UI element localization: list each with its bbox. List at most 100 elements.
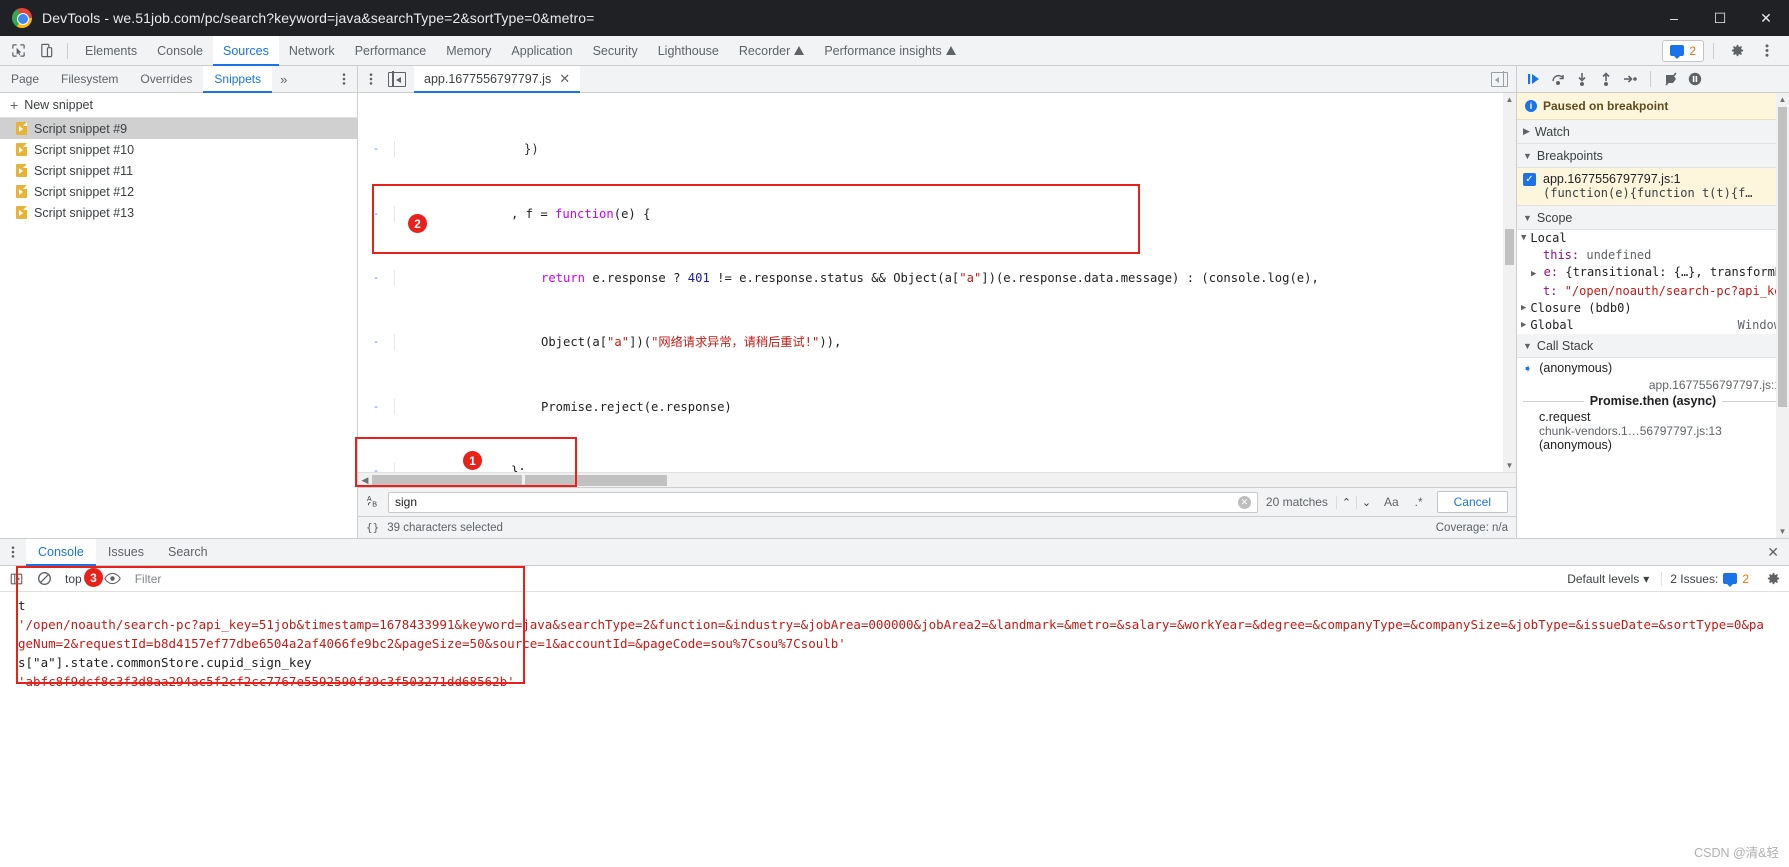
drawer-tab-issues[interactable]: Issues: [96, 539, 156, 566]
scope-closure-header[interactable]: ▶ Closure (bdb0): [1517, 300, 1789, 317]
code-line[interactable]: - Object(a["a"])("网络请求异常，请稍后重试!")),: [358, 334, 1503, 350]
scrollbar-thumb[interactable]: [1778, 107, 1787, 407]
scrollbar-thumb[interactable]: [1505, 229, 1514, 265]
console-message[interactable]: 'abfc8f9dcf8c3f3d8aa294ac5f2cf2cc7767e55…: [0, 672, 1789, 691]
call-stack-frame[interactable]: c.request: [1517, 410, 1789, 424]
editor-tab-app-js[interactable]: app.1677556797797.js ✕: [414, 66, 580, 93]
step-over-icon[interactable]: [1547, 68, 1569, 90]
search-next-button[interactable]: ⌄: [1356, 496, 1376, 509]
breakpoint-checkbox[interactable]: ✓: [1523, 173, 1536, 186]
tab-performance[interactable]: Performance: [345, 36, 437, 66]
pause-on-exceptions-icon[interactable]: [1684, 68, 1706, 90]
console-issues-button[interactable]: 2 Issues: 2: [1661, 572, 1757, 586]
console-message[interactable]: s["a"].state.commonStore.cupid_sign_key: [0, 653, 1789, 672]
code-line[interactable]: - , f = function(e) {: [358, 206, 1503, 222]
nav-tab-page[interactable]: Page: [0, 66, 50, 93]
console-filter-input[interactable]: Filter: [129, 572, 1555, 586]
scroll-down-arrow-icon[interactable]: ▼: [1779, 525, 1787, 538]
drawer-kebab-menu-icon[interactable]: [0, 545, 26, 559]
code-scroll-area[interactable]: - }) - , f = function(e) { - return e.re…: [358, 93, 1503, 472]
scrollbar-thumb-secondary[interactable]: [525, 475, 667, 486]
debugger-vertical-scrollbar[interactable]: ▲ ▼: [1776, 93, 1789, 538]
breakpoint-item[interactable]: ✓ app.1677556797797.js:1 (function(e){fu…: [1517, 168, 1789, 206]
snippet-item[interactable]: Script snippet #11: [0, 160, 357, 181]
console-message[interactable]: '/open/noauth/search-pc?api_key=51job&ti…: [0, 615, 1789, 653]
editor-horizontal-scrollbar[interactable]: ◀: [358, 472, 1516, 487]
code-editor[interactable]: - }) - , f = function(e) { - return e.re…: [358, 93, 1516, 472]
drawer-tab-search[interactable]: Search: [156, 539, 220, 566]
code-line[interactable]: - }): [358, 141, 1503, 157]
maximize-button[interactable]: ☐: [1697, 0, 1743, 36]
editor-vertical-scrollbar[interactable]: ▲ ▼: [1503, 93, 1516, 472]
tab-performance-insights[interactable]: Performance insights: [814, 36, 965, 66]
close-tab-icon[interactable]: ✕: [559, 71, 570, 87]
tab-console[interactable]: Console: [147, 36, 213, 66]
tab-network[interactable]: Network: [279, 36, 345, 66]
code-line[interactable]: - };: [358, 463, 1503, 472]
resume-script-icon[interactable]: [1523, 68, 1545, 90]
minimize-button[interactable]: –: [1651, 0, 1697, 36]
issues-counter-button[interactable]: 2: [1662, 40, 1704, 62]
drawer-tab-console[interactable]: Console: [26, 539, 96, 566]
more-tabs-chevron-icon[interactable]: »: [272, 72, 295, 87]
clear-search-icon[interactable]: ✕: [1238, 496, 1251, 509]
step-into-icon[interactable]: [1571, 68, 1593, 90]
step-out-icon[interactable]: [1595, 68, 1617, 90]
console-message[interactable]: t: [0, 596, 1789, 615]
scroll-left-arrow-icon[interactable]: ◀: [358, 475, 372, 486]
scope-global-header[interactable]: ▶ Global Window: [1517, 317, 1789, 334]
call-stack-section-header[interactable]: ▼ Call Stack: [1517, 334, 1789, 358]
tab-sources[interactable]: Sources: [213, 36, 279, 66]
scope-variable-this[interactable]: this: undefined: [1517, 247, 1789, 264]
scope-variable-e[interactable]: ▶ e: {transitional: {…}, transformR: [1517, 264, 1789, 283]
code-line[interactable]: - Promise.reject(e.response): [358, 399, 1503, 415]
tab-memory[interactable]: Memory: [436, 36, 501, 66]
clear-console-icon[interactable]: [32, 568, 56, 590]
snippet-item[interactable]: Script snippet #9: [0, 118, 357, 139]
kebab-menu-icon[interactable]: [1754, 39, 1780, 63]
device-toolbar-icon[interactable]: [33, 39, 59, 63]
nav-tab-snippets[interactable]: Snippets: [203, 66, 272, 93]
snippet-item[interactable]: Script snippet #10: [0, 139, 357, 160]
show-navigator-icon[interactable]: [1491, 72, 1508, 87]
tab-security[interactable]: Security: [583, 36, 648, 66]
cancel-search-button[interactable]: Cancel: [1437, 491, 1508, 513]
nav-tab-overrides[interactable]: Overrides: [129, 66, 203, 93]
console-sidebar-icon[interactable]: [4, 568, 28, 590]
match-case-toggle[interactable]: Aa: [1376, 495, 1407, 509]
deactivate-breakpoints-icon[interactable]: [1660, 68, 1682, 90]
call-stack-frame[interactable]: (anonymous): [1517, 438, 1789, 452]
regex-toggle[interactable]: .*: [1407, 495, 1431, 509]
tab-lighthouse[interactable]: Lighthouse: [648, 36, 729, 66]
chevron-right-icon[interactable]: ▶: [1531, 269, 1536, 279]
scroll-down-arrow-icon[interactable]: ▼: [1506, 459, 1514, 472]
call-stack-frame[interactable]: ➧ (anonymous): [1517, 358, 1789, 378]
console-settings-gear-icon[interactable]: [1761, 568, 1785, 590]
hide-navigator-icon[interactable]: [388, 72, 406, 87]
search-input[interactable]: sign ✕: [388, 492, 1258, 513]
close-button[interactable]: ✕: [1743, 0, 1789, 36]
close-drawer-icon[interactable]: ✕: [1767, 544, 1789, 561]
live-expression-eye-icon[interactable]: [101, 568, 125, 590]
tab-application[interactable]: Application: [501, 36, 582, 66]
console-log-levels-selector[interactable]: Default levels ▾: [1559, 572, 1657, 586]
inspect-element-icon[interactable]: [5, 39, 31, 63]
nav-tab-filesystem[interactable]: Filesystem: [50, 66, 129, 93]
editor-kebab-menu-icon[interactable]: [358, 72, 384, 86]
scrollbar-thumb[interactable]: [372, 475, 522, 486]
search-prev-button[interactable]: ⌃: [1336, 496, 1356, 509]
scope-local-header[interactable]: ▼ Local: [1517, 230, 1789, 247]
tab-recorder[interactable]: Recorder: [729, 36, 814, 66]
new-snippet-button[interactable]: + New snippet: [0, 93, 357, 118]
breakpoints-section-header[interactable]: ▼ Breakpoints: [1517, 144, 1789, 168]
code-line[interactable]: - return e.response ? 401 != e.response.…: [358, 270, 1503, 286]
scroll-up-arrow-icon[interactable]: ▲: [1779, 93, 1787, 106]
step-icon[interactable]: [1619, 68, 1641, 90]
scroll-up-arrow-icon[interactable]: ▲: [1506, 93, 1514, 106]
tab-elements[interactable]: Elements: [75, 36, 147, 66]
pretty-print-icon[interactable]: {}: [366, 521, 379, 534]
snippet-item[interactable]: Script snippet #13: [0, 202, 357, 223]
scope-section-header[interactable]: ▼ Scope: [1517, 206, 1789, 230]
snippet-item[interactable]: Script snippet #12: [0, 181, 357, 202]
gear-icon[interactable]: [1724, 39, 1750, 63]
